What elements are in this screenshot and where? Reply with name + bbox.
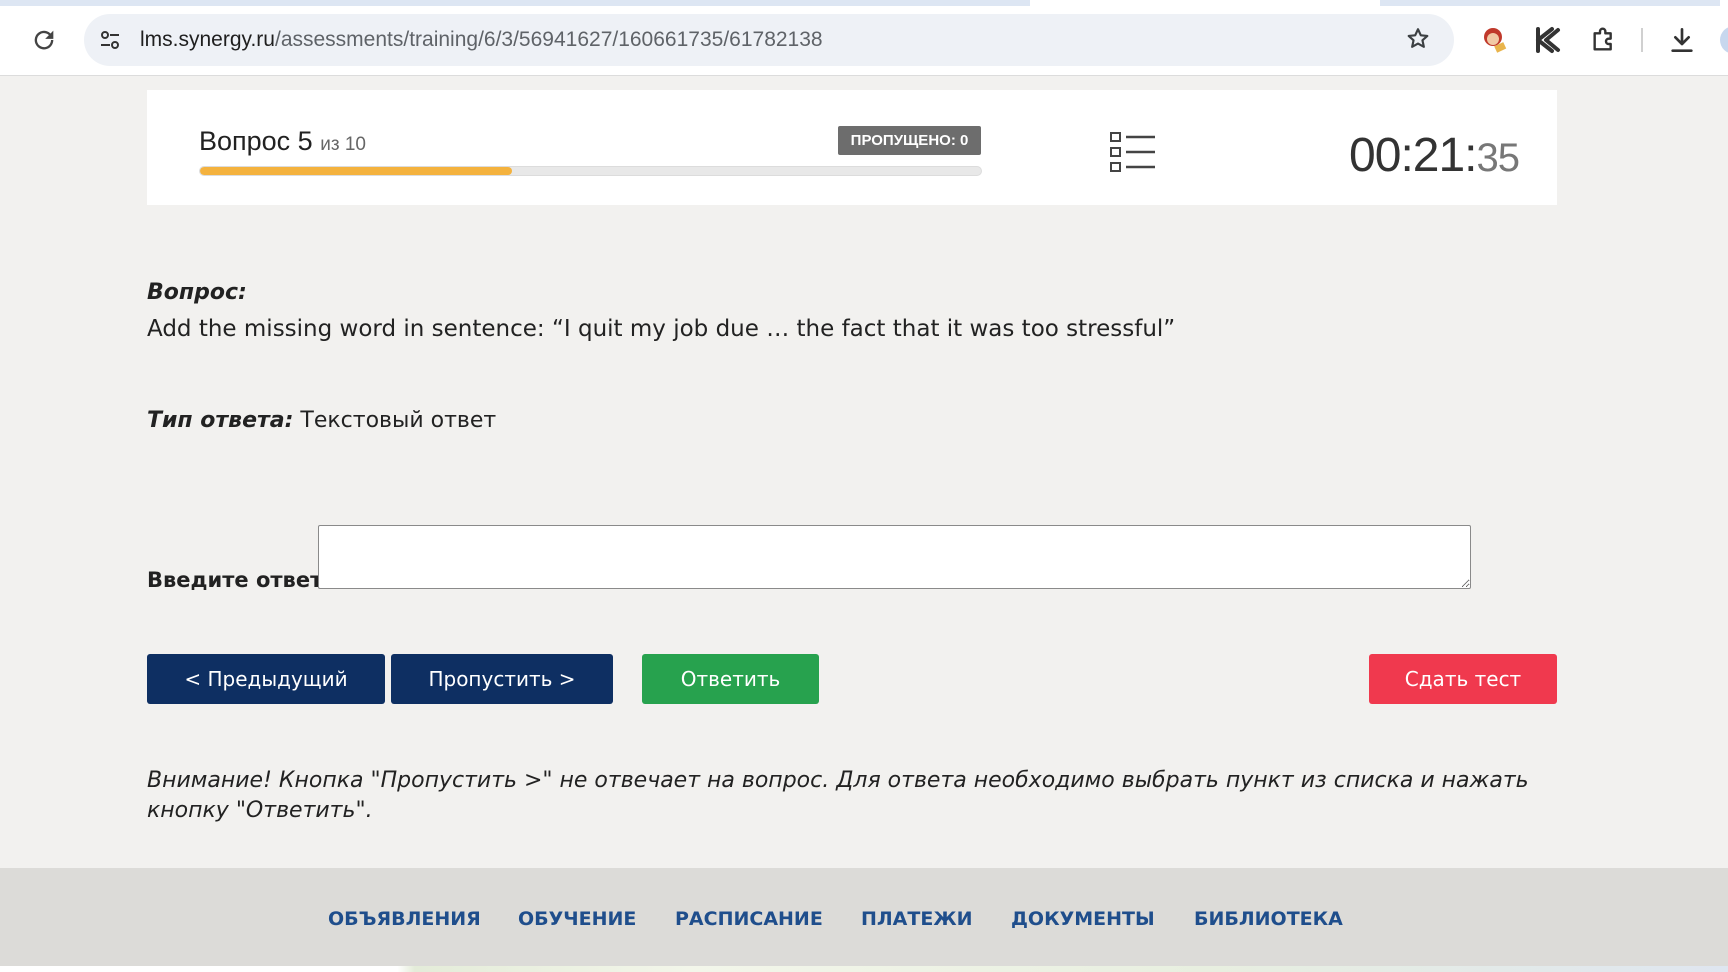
question-label: Вопрос: bbox=[147, 280, 247, 305]
footer-link-announcements[interactable]: ОБЪЯВЛЕНИЯ bbox=[328, 908, 481, 930]
progress-fill bbox=[200, 167, 513, 175]
answer-type: Тип ответа: Текстовый ответ bbox=[147, 408, 496, 433]
timer-seconds: 35 bbox=[1476, 136, 1520, 180]
active-tab[interactable] bbox=[1030, 0, 1380, 6]
question-text: Add the missing word in sentence: “I qui… bbox=[147, 316, 1176, 342]
skipped-badge: ПРОПУЩЕНО: 0 bbox=[838, 126, 981, 155]
url-host: lms.synergy.ru bbox=[140, 28, 275, 51]
profile-avatar[interactable] bbox=[1720, 26, 1728, 54]
question-number: Вопрос 5 bbox=[199, 126, 313, 156]
answer-type-value: Текстовый ответ bbox=[300, 408, 497, 433]
footer-link-schedule[interactable]: РАСПИСАНИЕ bbox=[675, 908, 823, 930]
submit-test-button[interactable]: Сдать тест bbox=[1369, 654, 1557, 704]
answer-button[interactable]: Ответить bbox=[642, 654, 819, 704]
puzzle-icon[interactable] bbox=[1588, 24, 1620, 56]
footer-link-payments[interactable]: ПЛАТЕЖИ bbox=[861, 908, 973, 930]
toolbar-divider bbox=[1641, 28, 1643, 52]
url-text[interactable]: lms.synergy.ru/assessments/training/6/3/… bbox=[140, 28, 823, 52]
warning-note: Внимание! Кнопка "Пропустить >" не отвеч… bbox=[147, 768, 1529, 823]
question-counter: Вопрос 5 из 10 bbox=[199, 126, 366, 157]
tab-strip-end bbox=[1720, 0, 1728, 6]
tab-strip bbox=[0, 0, 1728, 6]
skip-button[interactable]: Пропустить > bbox=[391, 654, 613, 704]
previous-button[interactable]: < Предыдущий bbox=[147, 654, 385, 704]
footer-link-documents[interactable]: ДОКУМЕНТЫ bbox=[1011, 908, 1155, 930]
footer-link-library[interactable]: БИБЛИОТЕКА bbox=[1194, 908, 1343, 930]
answer-input-label: Введите ответ: bbox=[147, 568, 331, 592]
footer-link-learning[interactable]: ОБУЧЕНИЕ bbox=[518, 908, 636, 930]
address-bar[interactable]: lms.synergy.ru/assessments/training/6/3/… bbox=[84, 14, 1454, 66]
answer-type-label: Тип ответа: bbox=[147, 408, 294, 433]
progress-bar bbox=[199, 166, 982, 176]
site-settings-icon[interactable] bbox=[98, 28, 122, 52]
url-path: /assessments/training/6/3/56941627/16066… bbox=[274, 28, 823, 51]
timer-main: 00:21: bbox=[1349, 129, 1477, 182]
browser-toolbar: lms.synergy.ru/assessments/training/6/3/… bbox=[0, 0, 1728, 76]
question-total: из 10 bbox=[320, 134, 366, 155]
test-header: Вопрос 5 из 10 ПРОПУЩЕНО: 0 00:21:35 bbox=[147, 90, 1557, 205]
extension-avatar-icon[interactable] bbox=[1478, 24, 1510, 56]
question-list-icon[interactable] bbox=[1109, 130, 1157, 174]
reload-icon[interactable] bbox=[30, 26, 58, 54]
answer-textarea[interactable] bbox=[318, 525, 1471, 589]
download-icon[interactable] bbox=[1666, 24, 1698, 56]
footer-nav-bar: ОБЪЯВЛЕНИЯ ОБУЧЕНИЕ РАСПИСАНИЕ ПЛАТЕЖИ Д… bbox=[0, 868, 1728, 972]
bottom-edge-strip bbox=[0, 966, 1728, 972]
countdown-timer: 00:21:35 bbox=[1349, 128, 1520, 183]
footer-nav: ОБЪЯВЛЕНИЯ ОБУЧЕНИЕ РАСПИСАНИЕ ПЛАТЕЖИ Д… bbox=[0, 868, 1728, 972]
extension-k-icon[interactable] bbox=[1532, 24, 1564, 56]
star-icon[interactable] bbox=[1404, 26, 1432, 54]
